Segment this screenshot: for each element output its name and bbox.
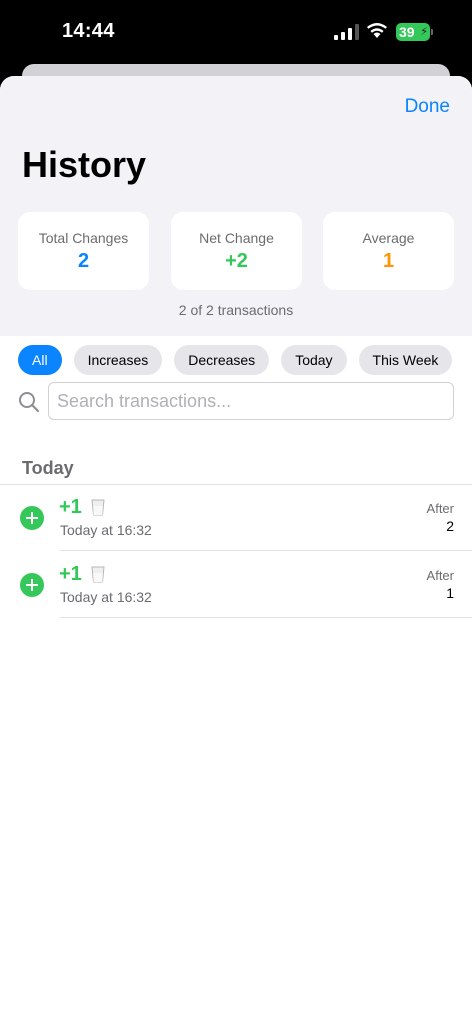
after-value: 2 [446, 518, 454, 534]
transaction-time: Today at 16:32 [60, 522, 152, 538]
cellular-signal-icon [334, 24, 359, 40]
status-bar: 14:44 39 ⚡ [0, 0, 472, 64]
glass-icon [91, 499, 105, 516]
search-input[interactable] [48, 382, 454, 420]
status-time: 14:44 [62, 20, 115, 42]
stat-card-total-changes: Total Changes 2 [18, 212, 149, 290]
transaction-row[interactable]: +1 Today at 16:32 After 1 [0, 551, 472, 617]
transaction-time: Today at 16:32 [60, 589, 152, 605]
stat-label: Average [362, 230, 415, 246]
transaction-row[interactable]: +1 Today at 16:32 After 2 [0, 484, 472, 550]
transaction-amount: +1 [59, 563, 82, 585]
done-button[interactable]: Done [405, 96, 450, 118]
filter-chip-decreases[interactable]: Decreases [174, 345, 270, 375]
section-header-today: Today [22, 458, 74, 478]
screen: 14:44 39 ⚡ Done History Total Changes 2 … [0, 0, 472, 1024]
after-label: After [426, 568, 454, 583]
history-sheet: Done History Total Changes 2 Net Change … [0, 76, 472, 1024]
after-value: 1 [446, 585, 454, 601]
transaction-amount: +1 [59, 496, 82, 518]
transaction-count: 2 of 2 transactions [178, 302, 294, 318]
filter-chip-all[interactable]: All [18, 345, 62, 375]
after-label: After [426, 501, 454, 516]
filter-chip-increases[interactable]: Increases [73, 345, 163, 375]
sheet-header-area [0, 76, 472, 336]
search-icon [19, 392, 40, 413]
filter-chip-today[interactable]: Today [281, 345, 347, 375]
battery-cap [431, 29, 433, 35]
stat-value: 1 [382, 250, 395, 272]
filter-chips: All Increases Decreases Today This Week [18, 345, 453, 375]
battery-icon: 39 ⚡ [396, 23, 430, 41]
filter-chip-this-week[interactable]: This Week [358, 345, 453, 375]
battery-level: 39 [399, 24, 415, 40]
wifi-icon [367, 23, 387, 38]
plus-circle-icon [20, 573, 44, 597]
stat-label: Net Change [199, 230, 274, 246]
stat-card-average: Average 1 [323, 212, 454, 290]
stat-label: Total Changes [38, 230, 129, 246]
row-divider [60, 617, 472, 618]
stat-card-net-change: Net Change +2 [171, 212, 302, 290]
page-title: History [22, 144, 147, 185]
stat-value: 2 [77, 250, 90, 272]
charging-bolt-icon: ⚡ [420, 26, 428, 38]
plus-circle-icon [20, 506, 44, 530]
stat-value: +2 [225, 250, 248, 272]
glass-icon [91, 566, 105, 583]
